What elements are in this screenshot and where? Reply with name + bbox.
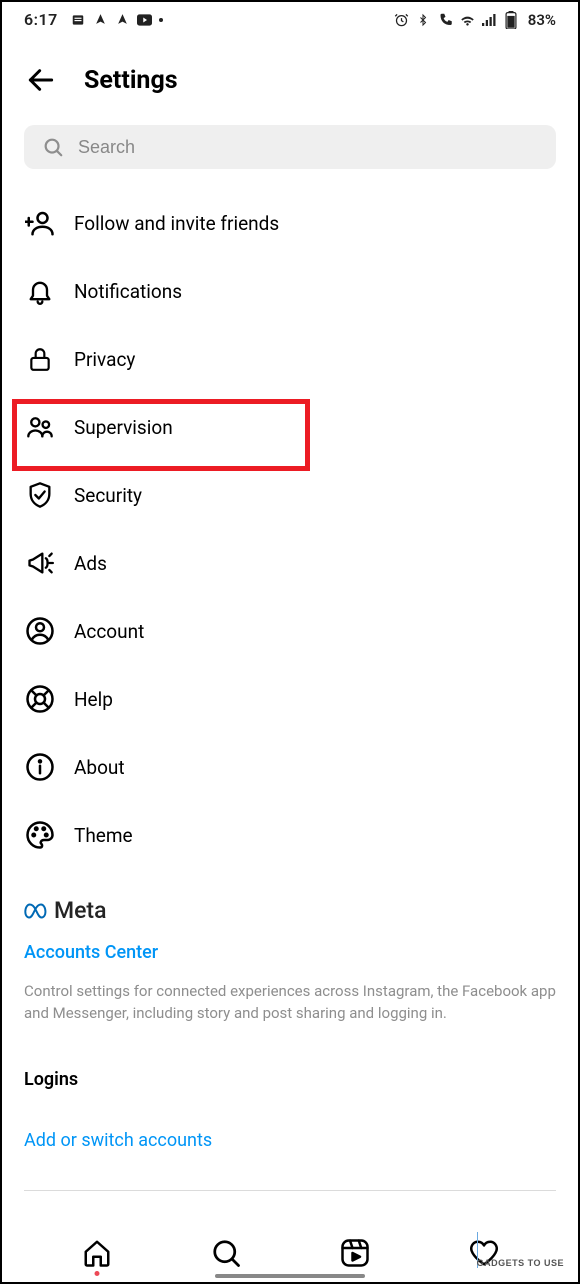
meta-description: Control settings for connected experienc… <box>24 981 556 1025</box>
item-label: Security <box>74 484 142 507</box>
lifebuoy-icon <box>24 683 56 715</box>
megaphone-icon <box>24 547 56 579</box>
item-ads[interactable]: Ads <box>24 529 556 597</box>
item-label: Help <box>74 688 113 711</box>
item-help[interactable]: Help <box>24 665 556 733</box>
bell-icon <box>24 275 56 307</box>
status-time: 6:17 <box>24 10 58 29</box>
logins-section: Logins Add or switch accounts <box>2 1025 578 1151</box>
home-notification-dot <box>94 1271 99 1276</box>
signal-icon <box>482 12 497 27</box>
item-theme[interactable]: Theme <box>24 801 556 869</box>
call-icon <box>438 12 453 27</box>
notification-indicator-icon <box>71 12 86 27</box>
status-right: 83% <box>394 11 556 29</box>
item-label: Ads <box>74 552 107 575</box>
more-indicator-icon <box>159 12 164 27</box>
search-icon <box>42 136 64 158</box>
item-follow-invite[interactable]: Follow and invite friends <box>24 189 556 257</box>
item-label: About <box>74 756 125 779</box>
item-label: Supervision <box>74 416 173 439</box>
item-label: Notifications <box>74 280 182 303</box>
nav-search[interactable] <box>209 1236 243 1270</box>
alarm-icon <box>394 12 409 27</box>
item-about[interactable]: About <box>24 733 556 801</box>
app-indicator2-icon <box>115 12 130 27</box>
item-notifications[interactable]: Notifications <box>24 257 556 325</box>
meta-brand-text: Meta <box>54 897 107 924</box>
shield-check-icon <box>24 479 56 511</box>
search-bar[interactable] <box>24 125 556 169</box>
meta-logo: Meta <box>24 897 556 924</box>
settings-list: Follow and invite friends Notifications … <box>2 169 578 869</box>
arrow-left-icon <box>25 64 57 96</box>
status-left: 6:17 <box>24 10 164 29</box>
battery-icon <box>504 12 519 27</box>
nav-reels[interactable] <box>338 1236 372 1270</box>
item-account[interactable]: Account <box>24 597 556 665</box>
item-security[interactable]: Security <box>24 461 556 529</box>
item-label: Privacy <box>74 348 135 371</box>
logins-heading: Logins <box>24 1069 556 1090</box>
accounts-center-link[interactable]: Accounts Center <box>24 942 556 963</box>
app-indicator-icon <box>93 12 108 27</box>
people-icon <box>24 411 56 443</box>
palette-icon <box>24 819 56 851</box>
info-icon <box>24 751 56 783</box>
back-button[interactable] <box>24 63 58 97</box>
item-privacy[interactable]: Privacy <box>24 325 556 393</box>
watermark-text: GADGETS TO USE <box>477 1258 564 1268</box>
battery-percentage: 83% <box>528 11 556 29</box>
search-container <box>2 125 578 169</box>
meta-section: Meta Accounts Center Control settings fo… <box>2 869 578 1025</box>
home-indicator <box>215 1274 365 1278</box>
header: Settings <box>2 33 578 125</box>
wifi-icon <box>460 12 475 27</box>
bottom-divider <box>24 1190 556 1191</box>
page-title: Settings <box>84 66 178 95</box>
youtube-indicator-icon <box>137 12 152 27</box>
item-label: Follow and invite friends <box>74 212 279 235</box>
add-switch-accounts-link[interactable]: Add or switch accounts <box>24 1130 556 1151</box>
reels-icon <box>340 1238 370 1268</box>
nav-home[interactable] <box>80 1236 114 1270</box>
search-nav-icon <box>211 1238 241 1268</box>
account-circle-icon <box>24 615 56 647</box>
item-supervision[interactable]: Supervision <box>24 393 556 461</box>
item-label: Theme <box>74 824 133 847</box>
item-label: Account <box>74 620 144 643</box>
home-icon <box>82 1238 112 1268</box>
add-person-icon <box>24 207 56 239</box>
search-input[interactable] <box>78 137 538 158</box>
status-bar: 6:17 <box>2 2 578 33</box>
bluetooth-icon <box>416 12 431 27</box>
lock-icon <box>24 343 56 375</box>
meta-infinity-icon <box>24 901 50 921</box>
